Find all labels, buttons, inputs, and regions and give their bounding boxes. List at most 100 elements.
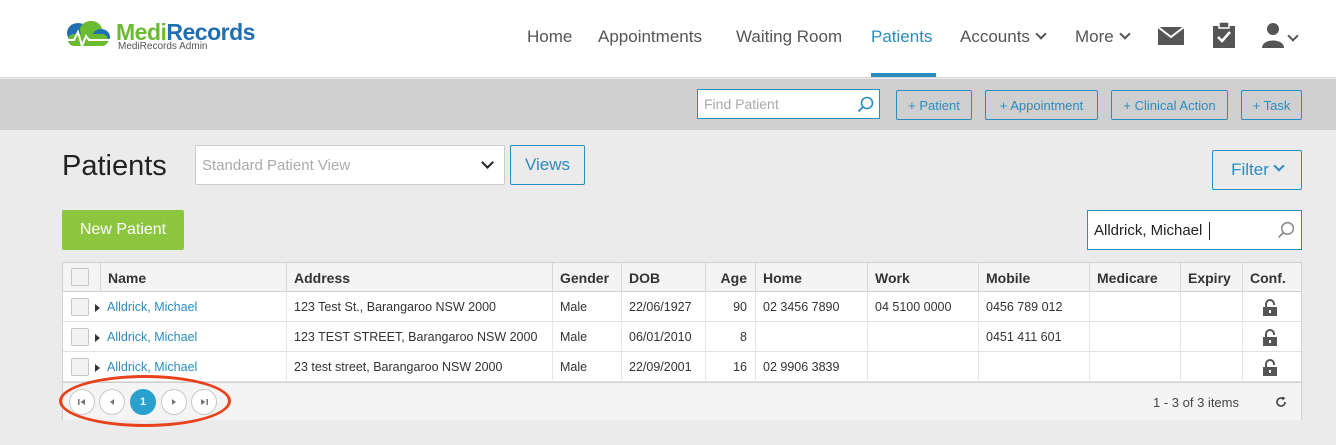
grid-header: Name Address Gender DOB Age Home Work Mo… xyxy=(63,263,1301,292)
refresh-icon[interactable] xyxy=(1275,396,1287,408)
previous-page-button[interactable] xyxy=(99,389,125,415)
next-page-button[interactable] xyxy=(161,389,187,415)
views-button[interactable]: Views xyxy=(510,145,585,185)
column-header-age[interactable]: Age xyxy=(705,263,755,292)
nav-more-label: More xyxy=(1075,27,1114,46)
cell-dob: 06/01/2010 xyxy=(621,322,705,352)
row-checkbox[interactable] xyxy=(71,298,89,316)
cell-home-phone: 02 9906 3839 xyxy=(755,352,867,382)
grid-pager: 1 1 - 3 of 3 items xyxy=(63,382,1301,420)
user-icon xyxy=(1262,23,1284,48)
clipboard-check-icon[interactable] xyxy=(1212,22,1236,48)
cell-gender: Male xyxy=(552,322,621,352)
lock-icon[interactable] xyxy=(1262,359,1278,376)
column-header-mobile[interactable]: Mobile xyxy=(978,263,1089,292)
add-appointment-button[interactable]: + Appointment xyxy=(985,90,1098,120)
last-page-button[interactable] xyxy=(191,389,217,415)
cell-medicare xyxy=(1089,292,1180,322)
cell-dob: 22/06/1927 xyxy=(621,292,705,322)
patient-search-value[interactable]: Alldrick, Michael xyxy=(1094,222,1202,239)
chevron-down-icon xyxy=(1287,30,1299,42)
nav-home[interactable]: Home xyxy=(527,27,572,47)
first-page-icon xyxy=(78,399,85,405)
cell-expiry xyxy=(1180,352,1242,382)
first-page-button[interactable] xyxy=(69,389,95,415)
nav-active-indicator xyxy=(871,73,936,77)
cell-home-phone xyxy=(755,322,867,352)
chevron-down-icon xyxy=(1119,28,1131,40)
cell-medicare xyxy=(1089,322,1180,352)
cell-address: 23 test street, Barangaroo NSW 2000 xyxy=(286,352,552,382)
search-icon[interactable] xyxy=(857,96,874,113)
find-patient-input[interactable] xyxy=(698,90,848,118)
find-patient-box[interactable] xyxy=(697,89,880,119)
cell-address: 123 Test St., Barangaroo NSW 2000 xyxy=(286,292,552,322)
nav-appointments[interactable]: Appointments xyxy=(598,27,702,47)
add-task-button[interactable]: + Task xyxy=(1241,90,1302,120)
column-header-conf[interactable]: Conf. xyxy=(1242,263,1301,292)
cell-work-phone xyxy=(867,322,978,352)
cloud-heartbeat-logo-icon xyxy=(64,21,110,50)
lock-icon[interactable] xyxy=(1262,329,1278,346)
nav-accounts-dropdown[interactable]: Accounts xyxy=(960,27,1047,47)
cell-expiry xyxy=(1180,292,1242,322)
filter-label: Filter xyxy=(1231,160,1269,179)
cell-medicare xyxy=(1089,352,1180,382)
medirecords-logo[interactable]: MediRecords MediRecords Admin xyxy=(60,20,255,52)
table-row[interactable]: Alldrick, Michael 123 Test St., Barangar… xyxy=(63,292,1301,322)
patient-search-box[interactable]: Alldrick, Michael xyxy=(1087,210,1302,250)
lock-icon[interactable] xyxy=(1262,299,1278,316)
row-checkbox[interactable] xyxy=(71,358,89,376)
cell-gender: Male xyxy=(552,292,621,322)
filter-button[interactable]: Filter xyxy=(1212,150,1302,190)
current-page-button[interactable]: 1 xyxy=(130,389,156,415)
column-header-dob[interactable]: DOB xyxy=(621,263,705,292)
user-menu[interactable] xyxy=(1262,22,1302,48)
select-all-checkbox[interactable] xyxy=(71,268,89,286)
row-checkbox[interactable] xyxy=(71,328,89,346)
column-header-home[interactable]: Home xyxy=(755,263,867,292)
table-row[interactable]: Alldrick, Michael 23 test street, Barang… xyxy=(63,352,1301,382)
top-navbar: MediRecords MediRecords Admin Home Appoi… xyxy=(0,0,1336,78)
cell-mobile: 0451 411 601 xyxy=(978,322,1089,352)
column-header-name[interactable]: Name xyxy=(100,263,286,292)
chevron-down-icon xyxy=(1035,28,1047,40)
previous-page-icon xyxy=(110,399,114,405)
add-clinical-action-button[interactable]: + Clinical Action xyxy=(1111,90,1228,120)
new-patient-button[interactable]: New Patient xyxy=(62,210,184,250)
cell-home-phone: 02 3456 7890 xyxy=(755,292,867,322)
patient-view-placeholder: Standard Patient View xyxy=(202,157,351,174)
nav-waiting-room[interactable]: Waiting Room xyxy=(736,27,842,47)
nav-patients[interactable]: Patients xyxy=(871,27,932,47)
search-icon[interactable] xyxy=(1277,221,1295,239)
cell-address: 123 TEST STREET, Barangaroo NSW 2000 xyxy=(286,322,552,352)
table-row[interactable]: Alldrick, Michael 123 TEST STREET, Baran… xyxy=(63,322,1301,352)
chevron-down-icon xyxy=(1273,160,1285,172)
patient-name-link[interactable]: Alldrick, Michael xyxy=(100,352,286,382)
last-page-icon xyxy=(201,399,208,405)
quick-actions-toolbar: + Patient + Appointment + Clinical Actio… xyxy=(0,79,1336,130)
cell-gender: Male xyxy=(552,352,621,382)
patient-name-link[interactable]: Alldrick, Michael xyxy=(100,322,286,352)
column-header-expiry[interactable]: Expiry xyxy=(1180,263,1242,292)
chevron-down-icon xyxy=(481,156,494,169)
cell-age: 90 xyxy=(705,292,755,322)
column-header-work[interactable]: Work xyxy=(867,263,978,292)
column-header-address[interactable]: Address xyxy=(286,263,552,292)
pager-item-count: 1 - 3 of 3 items xyxy=(1153,395,1239,410)
column-header-gender[interactable]: Gender xyxy=(552,263,621,292)
cell-expiry xyxy=(1180,322,1242,352)
patient-view-select[interactable]: Standard Patient View xyxy=(195,145,505,185)
cell-work-phone: 04 5100 0000 xyxy=(867,292,978,322)
cell-age: 16 xyxy=(705,352,755,382)
mail-icon[interactable] xyxy=(1158,27,1184,45)
cell-work-phone xyxy=(867,352,978,382)
patient-name-link[interactable]: Alldrick, Michael xyxy=(100,292,286,322)
add-patient-button[interactable]: + Patient xyxy=(896,90,972,120)
patient-grid: Name Address Gender DOB Age Home Work Mo… xyxy=(62,262,1302,420)
page-title: Patients xyxy=(62,150,167,182)
cell-mobile: 0456 789 012 xyxy=(978,292,1089,322)
column-header-medicare[interactable]: Medicare xyxy=(1089,263,1180,292)
next-page-icon xyxy=(172,399,176,405)
nav-more-dropdown[interactable]: More xyxy=(1075,27,1131,47)
